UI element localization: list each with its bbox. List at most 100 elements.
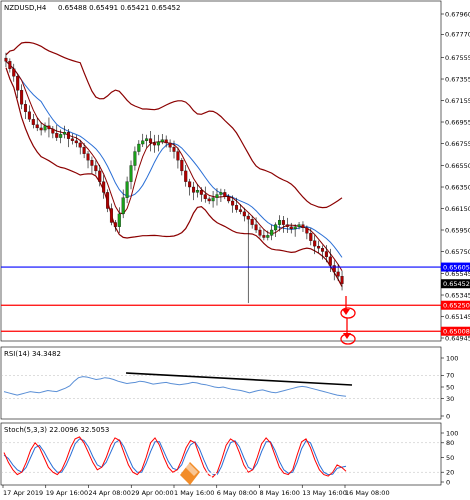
rsi-title: RSI(14) 34.3482	[4, 350, 61, 358]
candle-body	[215, 194, 219, 198]
candle-body	[35, 124, 39, 129]
candle-body	[129, 165, 133, 182]
candle-body	[242, 211, 246, 217]
candle-body	[164, 139, 168, 144]
candle-body	[160, 139, 164, 143]
candle-body	[66, 132, 71, 139]
stoch-tick-label: 20	[446, 469, 454, 477]
stoch-tick-label: 50	[446, 454, 454, 462]
time-tick-label: 24 Apr 08:00	[89, 489, 131, 497]
candle-body	[328, 256, 332, 266]
candle-body	[336, 271, 340, 277]
price-tick-label: 0.65345	[445, 291, 470, 299]
candle-body	[340, 276, 344, 284]
stoch-tick-label: 0	[446, 478, 450, 486]
candle-body	[152, 142, 156, 146]
candle-body	[70, 138, 74, 141]
candle-body	[102, 181, 106, 193]
candle-body	[86, 153, 90, 161]
time-axis: 17 Apr 2019 19 Apr 16:00 24 Apr 08:00 29 Ap…	[2, 485, 390, 497]
rsi-tick-label: 50	[446, 383, 454, 391]
candle-body	[266, 235, 270, 238]
price-tick-label: 0.66150	[445, 205, 470, 213]
candle-body	[301, 224, 305, 229]
candle-body	[27, 111, 31, 120]
price-axis-ticks: 0.67960 0.67770 0.67555 0.67355 0.67155 0.669…	[441, 10, 470, 342]
candle-body	[332, 265, 336, 273]
candle-body	[82, 147, 86, 154]
price-tick-label: 0.67155	[445, 97, 470, 105]
candle-body	[20, 90, 24, 105]
rsi-tick-label: 0	[446, 412, 450, 420]
candle-body	[39, 127, 43, 131]
candle-body	[270, 229, 274, 236]
candle-body	[195, 190, 199, 193]
price-tick-label: 0.67770	[445, 31, 470, 39]
candle-body	[320, 248, 325, 252]
candle-body	[305, 227, 309, 234]
candle-body	[293, 226, 297, 230]
candle-body	[258, 229, 262, 236]
price-tick-label: 0.66550	[445, 162, 470, 170]
candle-body	[274, 224, 278, 231]
candle-body	[192, 186, 196, 193]
candle-body	[133, 151, 137, 166]
candle-body	[235, 205, 239, 210]
candle-body	[51, 128, 55, 134]
candle-body	[285, 224, 289, 227]
current-price-label: 0.65452	[443, 280, 470, 288]
candle-body	[262, 235, 266, 238]
candle-body	[12, 68, 16, 77]
rsi-tick-label: 100	[446, 354, 458, 362]
price-tick-label: 0.67960	[445, 10, 470, 18]
candle-body	[109, 208, 113, 223]
price-tick-label: 0.67555	[445, 54, 470, 62]
candle-body	[137, 143, 141, 152]
candle-body	[277, 220, 282, 225]
candle-body	[156, 141, 160, 146]
price-tick-label: 0.66755	[445, 140, 470, 148]
candle-body	[63, 132, 67, 135]
level-label: 0.65008	[443, 328, 470, 336]
candle-body	[149, 138, 153, 144]
time-tick-label: 1 May 16:00	[174, 489, 214, 497]
candle-body	[176, 151, 180, 161]
main-pane-frame	[0, 0, 442, 342]
chart-header-symbol: NZDUSD,H4	[4, 4, 47, 12]
candle-body	[223, 192, 227, 197]
candle-body	[94, 165, 98, 172]
candle-body	[78, 142, 82, 148]
candle-body	[117, 213, 121, 227]
candle-body	[47, 125, 51, 130]
stoch-tick-label: 100	[446, 429, 458, 437]
price-tick-label: 0.65145	[445, 313, 470, 321]
candle-body	[211, 197, 215, 202]
candle-body	[8, 61, 12, 69]
price-tick-label: 0.66350	[445, 183, 470, 191]
candle-body	[16, 76, 20, 91]
candle-body	[145, 138, 149, 141]
candle-body	[90, 159, 94, 166]
candle-body	[55, 133, 59, 138]
candle-body	[121, 197, 125, 215]
chart-canvas: NZDUSD,H4 0.65488 0.65491 0.65421 0.6545…	[0, 0, 470, 497]
candle-body	[4, 57, 8, 62]
candle-body	[281, 220, 285, 225]
candle-body	[238, 209, 242, 212]
candle-body	[297, 224, 301, 227]
candle-body	[207, 198, 211, 202]
candle-body	[309, 233, 313, 241]
candle-body	[106, 192, 110, 209]
candle-body	[23, 104, 28, 112]
candle-body	[31, 119, 35, 125]
level-label: 0.65250	[443, 302, 470, 310]
time-tick-label: 8 May 16:00	[260, 489, 300, 497]
candle-body	[43, 125, 47, 131]
chart-header-ohlc: 0.65488 0.65491 0.65421 0.65452	[58, 4, 180, 12]
time-tick-label: 29 Apr 00:00	[131, 489, 173, 497]
candle-body	[317, 245, 321, 249]
candle-body	[254, 224, 258, 231]
time-tick-label: 16 May 08:00	[345, 489, 390, 497]
candle-body	[172, 147, 176, 152]
stoch-tick-label: 80	[446, 439, 454, 447]
